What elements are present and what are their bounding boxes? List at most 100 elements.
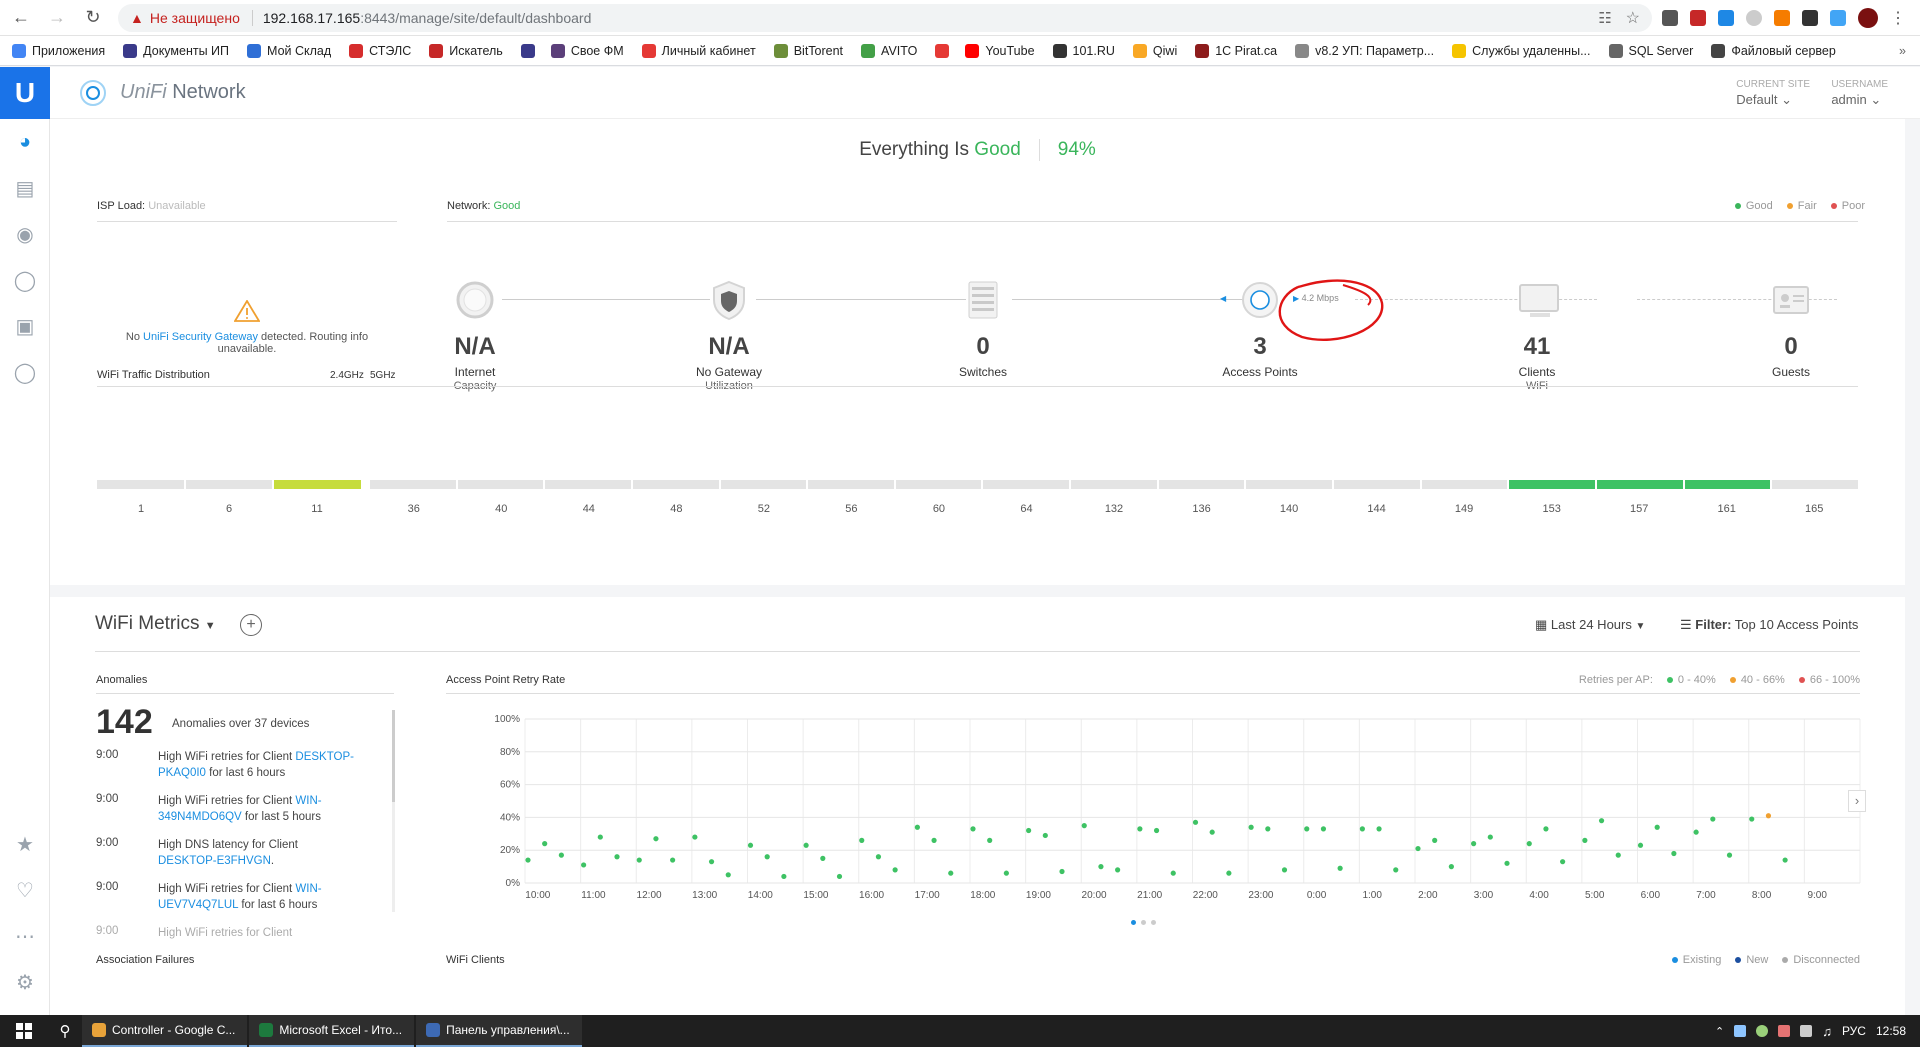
retry-rate-point[interactable] (1504, 860, 1510, 866)
retry-rate-point[interactable] (1782, 857, 1788, 863)
taskbar-window[interactable]: Microsoft Excel - Ито... (249, 1015, 415, 1047)
pager-dot[interactable] (1151, 920, 1156, 925)
wifi-metrics-dropdown[interactable]: WiFi Metrics ▼ (95, 613, 216, 635)
devices-icon[interactable]: ◯ (0, 257, 50, 303)
retry-rate-point[interactable] (803, 842, 809, 848)
translate-icon[interactable]: ☷ (1598, 9, 1611, 27)
retry-rate-point[interactable] (1671, 850, 1677, 857)
retry-rate-point[interactable] (1115, 867, 1121, 873)
retry-rate-point[interactable] (931, 837, 937, 843)
current-site-selector[interactable]: CURRENT SITE Default ⌄ (1736, 79, 1810, 108)
bookmark-item[interactable]: Файловый сервер (1711, 43, 1836, 58)
extension-icon[interactable] (1746, 9, 1762, 26)
retry-rate-point[interactable] (764, 854, 770, 860)
bookmark-item[interactable]: Мой Склад (247, 43, 331, 58)
bookmark-item[interactable]: Qiwi (1132, 43, 1177, 58)
unifi-logo-icon[interactable]: U (0, 67, 50, 119)
retry-rate-point[interactable] (1448, 864, 1454, 870)
username-selector[interactable]: USERNAME admin ⌄ (1831, 79, 1888, 108)
bookmark-item[interactable]: СТЭЛС (349, 43, 411, 58)
node-gateway[interactable]: N/A No Gateway Utilization (659, 279, 799, 392)
retry-rate-point[interactable] (1582, 837, 1588, 843)
adblock-icon[interactable] (1690, 9, 1706, 26)
node-switches[interactable]: 0 Switches (913, 279, 1053, 379)
bookmark-item[interactable]: Приложения (12, 43, 105, 58)
windows-start-icon[interactable] (0, 1015, 48, 1047)
retry-rate-point[interactable] (1726, 852, 1733, 858)
scrollbar[interactable] (392, 710, 395, 802)
retry-rate-point[interactable] (1393, 867, 1399, 873)
retry-rate-point[interactable] (692, 834, 698, 840)
retry-rate-point[interactable] (1226, 870, 1232, 876)
bookmark-item[interactable]: YouTube (965, 43, 1035, 58)
bookmark-item[interactable]: v8.2 УП: Параметр... (1295, 43, 1434, 58)
retry-rate-point[interactable] (1003, 870, 1009, 876)
retry-rate-point[interactable] (1432, 837, 1438, 843)
retry-rate-point[interactable] (1248, 824, 1254, 830)
clock[interactable]: 12:58 (1876, 1024, 1906, 1038)
bookmark-item[interactable]: Свое ФМ (550, 43, 624, 58)
node-access-points[interactable]: 3 Access Points (1190, 279, 1330, 379)
retry-rate-point[interactable] (1526, 841, 1532, 847)
map-icon[interactable]: ◉ (0, 211, 50, 257)
usg-link[interactable]: UniFi Security Gateway (143, 331, 258, 343)
bookmark-item[interactable]: Личный кабинет (641, 43, 756, 58)
events-icon[interactable]: ★ (0, 821, 50, 867)
language-indicator[interactable]: РУС (1842, 1024, 1866, 1038)
retry-rate-point[interactable] (597, 834, 603, 840)
bookmark-item[interactable] (520, 43, 541, 58)
retry-rate-point[interactable] (1749, 816, 1755, 822)
bookmark-item[interactable]: Службы удаленны... (1452, 43, 1591, 58)
bookmark-item[interactable]: AVITO (861, 43, 917, 58)
bookmark-item[interactable] (935, 43, 955, 58)
retry-rate-point[interactable] (1376, 826, 1382, 832)
retry-rate-point[interactable] (1320, 826, 1327, 832)
extension-icon[interactable] (1718, 9, 1734, 26)
retry-rate-point[interactable] (859, 837, 865, 843)
extension-icon[interactable] (1830, 9, 1846, 26)
retry-rate-point[interactable] (1560, 859, 1566, 865)
retry-rate-point[interactable] (914, 824, 920, 830)
retry-rate-point[interactable] (970, 826, 976, 832)
retry-rate-point[interactable] (542, 841, 548, 847)
retry-rate-point[interactable] (1026, 827, 1032, 834)
time-range-selector[interactable]: ▦ Last 24 Hours ▼ (1535, 617, 1645, 633)
bookmark-item[interactable]: Искатель (429, 43, 503, 58)
retry-rate-point[interactable] (836, 873, 843, 880)
retry-rate-point[interactable] (1637, 842, 1644, 848)
filter-selector[interactable]: ☰ Filter: Top 10 Access Points (1680, 617, 1858, 633)
retry-rate-point[interactable] (558, 852, 564, 858)
network-icon[interactable] (1800, 1025, 1813, 1037)
retry-rate-point[interactable] (1415, 845, 1421, 852)
retry-rate-point[interactable] (1192, 819, 1199, 825)
taskbar-window[interactable]: Controller - Google C... (82, 1015, 248, 1047)
retry-rate-point[interactable] (747, 842, 754, 848)
node-internet[interactable]: N/A Internet Capacity (405, 279, 545, 392)
profile-avatar[interactable] (1858, 7, 1878, 28)
url-bar[interactable]: ▲ Не защищено 192.168.17.165:8443/manage… (118, 3, 1652, 32)
retry-rate-point[interactable] (1654, 824, 1660, 830)
back-icon[interactable]: ← (6, 3, 36, 33)
forward-icon[interactable]: → (42, 3, 72, 33)
node-clients[interactable]: 41 Clients WiFi (1467, 279, 1607, 392)
retry-rate-point[interactable] (708, 859, 715, 865)
retry-rate-point[interactable] (581, 862, 587, 868)
retry-rate-point[interactable] (875, 854, 882, 860)
retry-rate-point[interactable] (1042, 832, 1048, 839)
pager-dots[interactable] (1131, 920, 1156, 925)
retry-rate-point[interactable] (725, 872, 731, 878)
volume-icon[interactable]: ♫ (1822, 1024, 1832, 1039)
retry-rate-point[interactable] (1693, 829, 1699, 835)
retry-rate-point[interactable] (1598, 818, 1605, 824)
bookmark-item[interactable]: SQL Server (1608, 43, 1693, 58)
pager-dot[interactable] (1141, 920, 1146, 925)
bookmark-item[interactable]: 101.RU (1052, 43, 1115, 58)
insights-icon[interactable]: ◯ (0, 349, 50, 395)
tray-app-icon[interactable] (1778, 1025, 1791, 1037)
menu-icon[interactable]: ⋮ (1890, 8, 1906, 28)
retry-rate-point[interactable] (1487, 834, 1493, 840)
add-metric-button[interactable]: + (240, 614, 262, 636)
dashboard-icon[interactable]: ◕ (0, 119, 50, 165)
retry-rate-point[interactable] (1281, 867, 1288, 873)
retry-rate-point[interactable] (1471, 841, 1477, 847)
